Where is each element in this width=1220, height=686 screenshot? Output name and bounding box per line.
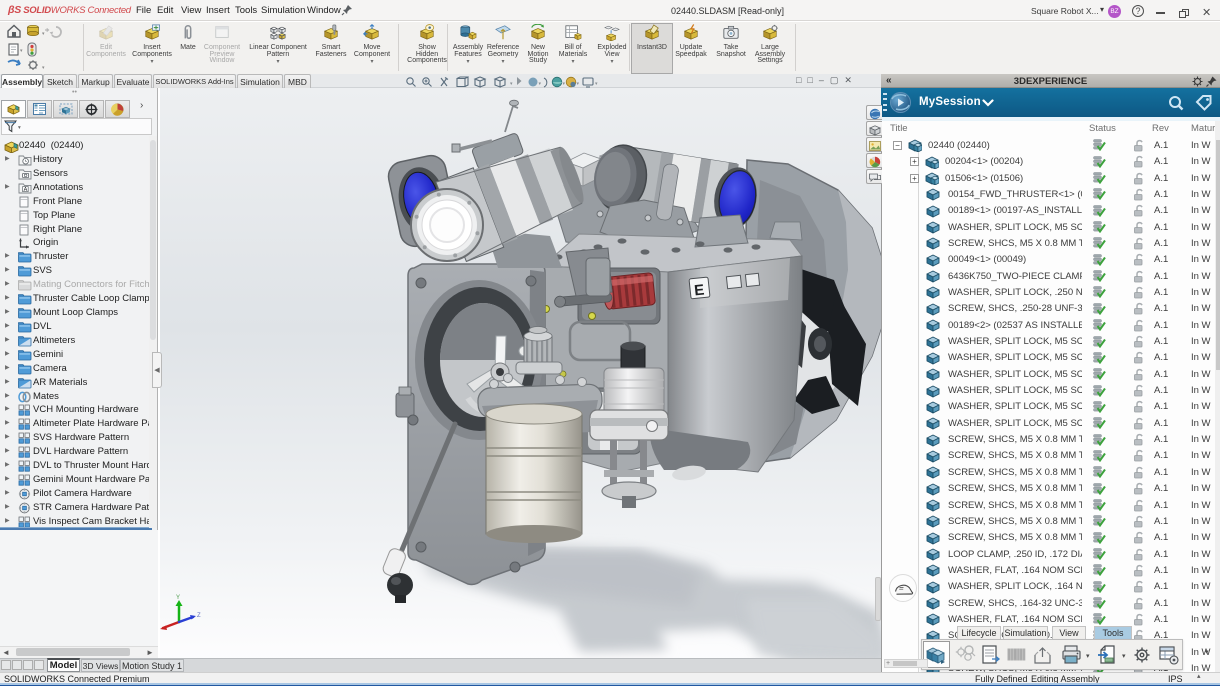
svg-text:▾: ▾ xyxy=(42,65,45,71)
svg-text:A: A xyxy=(24,187,28,193)
svg-text:▾: ▾ xyxy=(595,81,598,87)
svg-text:Z: Z xyxy=(197,613,201,619)
svg-text:▾: ▾ xyxy=(510,81,513,87)
svg-text:Y: Y xyxy=(176,595,180,601)
svg-text:▾: ▾ xyxy=(563,81,566,87)
svg-text:▾: ▾ xyxy=(20,48,23,54)
svg-text:▾: ▾ xyxy=(539,81,542,87)
svg-text:▾: ▾ xyxy=(577,81,580,87)
svg-text:▾: ▾ xyxy=(42,31,45,37)
svg-text:▾: ▾ xyxy=(18,125,21,131)
svg-text:E: E xyxy=(693,282,705,300)
